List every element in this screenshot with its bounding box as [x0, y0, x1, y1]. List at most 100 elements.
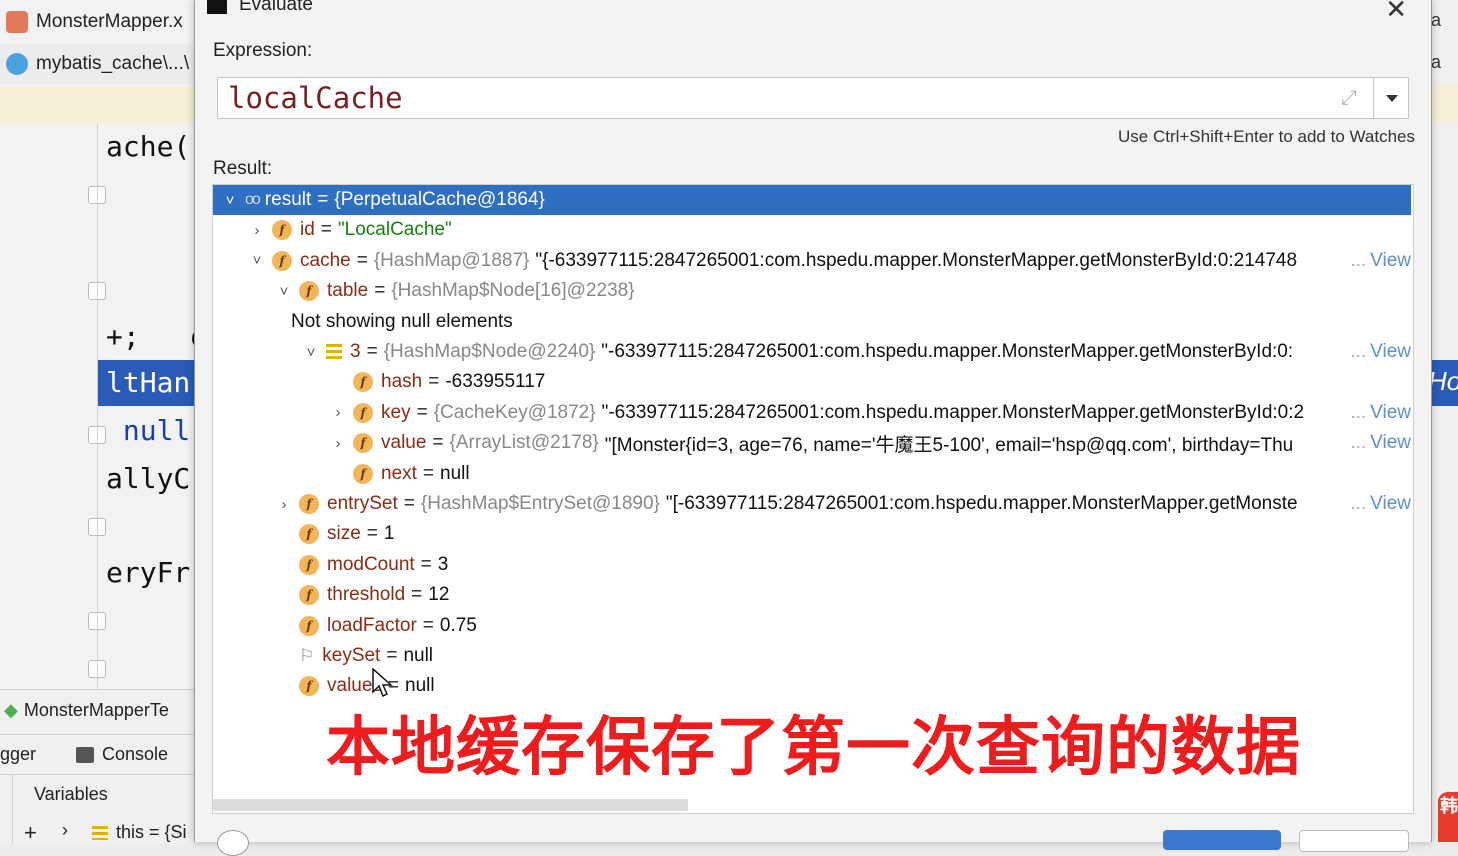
chevron-down-icon[interactable]: ˅ — [250, 252, 264, 269]
run-config-tab[interactable]: ◆ MonsterMapperTe — [4, 700, 169, 721]
equals-sign: = — [422, 614, 434, 636]
chevron-right-icon[interactable]: › — [250, 222, 264, 239]
tree-row[interactable]: ˅ oo result = {PerpetualCache@1864} — [213, 185, 1411, 215]
equals-sign: = — [422, 462, 435, 484]
field-icon: f — [299, 585, 319, 606]
close-icon[interactable]: ✕ — [1385, 0, 1407, 25]
variable-icon — [92, 825, 108, 840]
tree-row-name: value — [381, 432, 427, 454]
watch-hint: Use Ctrl+Shift+Enter to add to Watches — [1117, 127, 1415, 146]
view-link[interactable]: View — [1370, 432, 1411, 454]
editor-banner — [0, 86, 196, 124]
tree-row[interactable]: ⚐ keySet = null — [213, 641, 1411, 671]
chevron-down-icon — [1385, 95, 1398, 102]
mouse-cursor-icon — [372, 668, 393, 698]
evaluate-button[interactable] — [1163, 830, 1281, 850]
tree-row-type: {CacheKey@1872} — [433, 401, 596, 423]
view-link[interactable]: View — [1370, 250, 1411, 272]
expand-icon[interactable]: ⤢ — [1336, 85, 1362, 111]
equals-sign: = — [420, 553, 432, 575]
view-link-area: ... View — [1346, 397, 1411, 428]
chevron-right-icon[interactable]: › — [331, 404, 345, 421]
equals-sign: = — [317, 189, 329, 210]
variables-label: Variables — [34, 784, 108, 804]
chevron-down-icon[interactable]: ˅ — [223, 192, 237, 209]
code-line: allyC — [106, 462, 191, 495]
equals-sign: = — [366, 523, 378, 545]
equals-sign: = — [320, 219, 332, 241]
array-element-icon — [326, 344, 342, 360]
console-tab[interactable]: Console — [76, 744, 168, 765]
tree-row-value: -633955117 — [445, 371, 546, 393]
ellipsis: ... — [1350, 341, 1367, 362]
tree-row[interactable]: f next = null — [213, 459, 1411, 489]
view-link-area: ... View — [1346, 245, 1411, 276]
tree-row-name: keySet — [322, 645, 381, 666]
field-icon: f — [299, 524, 319, 545]
tree-row[interactable]: › f key = {CacheKey@1872} "-633977115:2847265… — [213, 397, 1411, 428]
code-line: null — [106, 414, 191, 447]
horizontal-scrollbar[interactable] — [213, 799, 688, 811]
tree-row-value: null — [403, 645, 434, 666]
tree-row[interactable]: › f entrySet = {HashMap$EntrySet@1890} "[-633… — [213, 489, 1411, 519]
view-link-area: ... View — [1346, 428, 1411, 459]
tree-row[interactable]: Not showing null elements — [213, 307, 1411, 337]
ellipsis: ... — [1350, 432, 1367, 454]
expression-input[interactable] — [218, 78, 1328, 118]
tree-row-name: 3 — [350, 341, 361, 362]
tree-row[interactable]: f hash = -633955117 — [213, 367, 1411, 397]
tree-row-type: {HashMap@1887} — [373, 249, 530, 271]
tree-row[interactable]: f size = 1 — [213, 519, 1411, 549]
editor-tab-label: mybatis_cache\...\ — [36, 53, 190, 74]
editor-tab-label: MonsterMapper.x — [36, 11, 183, 32]
debugger-tab[interactable]: gger — [0, 744, 36, 765]
tree-row[interactable]: f modCount = 3 — [213, 550, 1411, 580]
tree-row-name: cache — [300, 249, 351, 271]
tree-row-value: "LocalCache" — [337, 219, 452, 241]
class-file-icon — [6, 53, 28, 75]
code-editor[interactable]: ache( +; q ltHan null allyC eryFr — [98, 124, 196, 689]
equals-sign: = — [356, 249, 368, 271]
chevron-right-icon[interactable]: › — [331, 435, 345, 452]
tree-row-name: table — [327, 280, 369, 302]
equals-sign: = — [403, 493, 415, 514]
equals-sign: = — [366, 341, 378, 362]
view-link[interactable]: View — [1370, 402, 1411, 424]
tree-row[interactable]: › f value = {ArrayList@2178} "[Monster{id=3, … — [213, 428, 1411, 459]
view-link[interactable]: View — [1370, 493, 1411, 515]
equals-sign: = — [374, 280, 386, 302]
editor-tab-monstermapper-xml[interactable]: MonsterMapper.x — [0, 2, 196, 42]
field-icon: f — [353, 463, 373, 484]
console-icon — [76, 746, 94, 763]
right-strip-glyph: a — [1431, 52, 1442, 72]
tree-row-value: "[Monster{id=3, age=76, name='牛魔王5-100',… — [604, 434, 1294, 456]
view-link[interactable]: View — [1370, 341, 1411, 363]
close-button[interactable] — [1299, 830, 1409, 852]
help-icon[interactable] — [217, 830, 249, 856]
tree-row-name: key — [381, 401, 411, 423]
ellipsis: ... — [1350, 401, 1367, 423]
add-watch-icon[interactable]: + — [24, 820, 37, 846]
tree-row[interactable]: › f id = "LocalCache" — [213, 215, 1411, 245]
editor-tab-mybatis-cache[interactable]: mybatis_cache\...\ — [0, 44, 196, 84]
tree-row[interactable]: f loadFactor = 0.75 — [213, 611, 1411, 641]
tree-row[interactable]: ˅ f cache = {HashMap@1887} "{-633977115:28472… — [213, 245, 1411, 276]
tree-row-value: Not showing null elements — [291, 310, 513, 332]
equals-sign: = — [428, 371, 440, 393]
chevron-right-icon[interactable]: › — [277, 496, 291, 513]
this-variable[interactable]: this = {Si — [92, 822, 187, 843]
field-icon: f — [299, 281, 319, 302]
tree-row-value: 3 — [437, 553, 449, 575]
expand-arrow-icon[interactable]: › — [62, 820, 68, 841]
history-dropdown-button[interactable] — [1373, 78, 1409, 118]
code-line: +; q — [106, 320, 196, 353]
tree-row[interactable]: ˅ 3 = {HashMap$Node@2240} "-633977115:284726… — [213, 337, 1411, 367]
view-link-area: ... View — [1346, 489, 1411, 519]
chevron-down-icon[interactable]: ˅ — [277, 283, 291, 300]
editor-gutter — [0, 124, 98, 689]
tree-row[interactable]: ˅ f table = {HashMap$Node[16]@2238} — [213, 276, 1411, 306]
tree-row[interactable]: f threshold = 12 — [213, 580, 1411, 610]
chevron-down-icon[interactable]: ˅ — [304, 344, 318, 361]
tree-row-value: null — [405, 675, 435, 697]
field-icon: f — [299, 554, 319, 575]
